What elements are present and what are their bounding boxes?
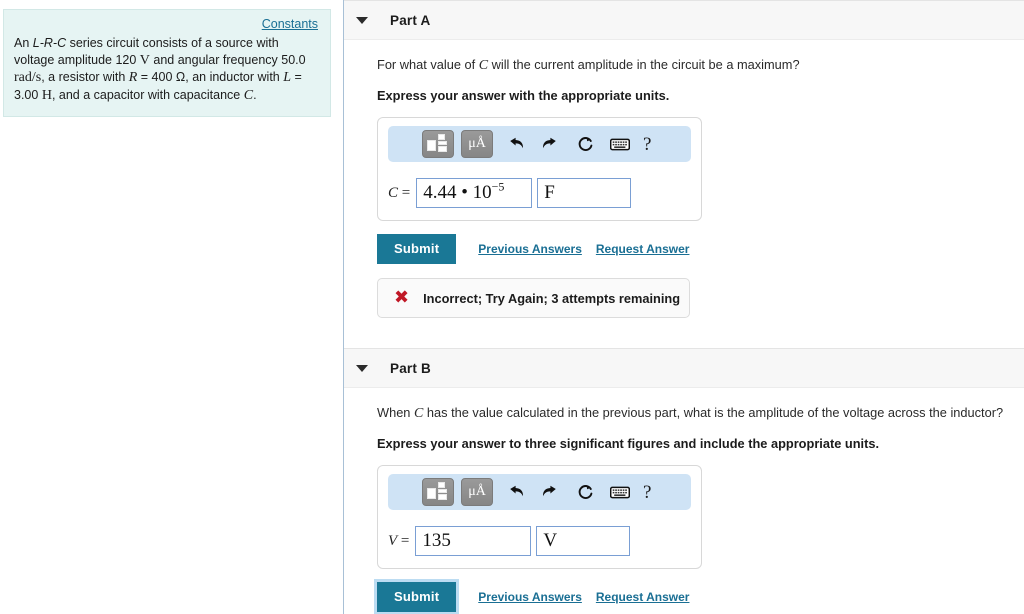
right-pane: Part A For what value of C will the curr… — [344, 0, 1024, 614]
redo-icon[interactable] — [535, 131, 565, 157]
problem-text-segment: C — [243, 87, 254, 103]
submit-button[interactable]: Submit — [377, 234, 457, 264]
help-icon[interactable]: ? — [643, 135, 651, 154]
disclosure-triangle-icon[interactable] — [356, 364, 368, 372]
page-root: Constants An L-R-C series circuit consis… — [0, 0, 1024, 614]
problem-text-segment: L-R-C — [32, 36, 67, 50]
constants-link[interactable]: Constants — [262, 17, 318, 31]
answer-unit-input[interactable]: V — [536, 526, 631, 556]
disclosure-triangle-icon[interactable] — [356, 16, 368, 24]
help-icon[interactable]: ? — [643, 483, 651, 502]
problem-text-segment: Ω — [175, 70, 186, 84]
problem-text-segment: . — [253, 87, 257, 102]
keyboard-icon[interactable] — [605, 131, 635, 157]
units-button[interactable]: μÅ — [461, 478, 493, 506]
math-toolbar: μÅ ? — [388, 126, 691, 162]
units-button-label: μÅ — [468, 136, 486, 151]
question-text: When C has the value calculated in the p… — [377, 405, 1004, 421]
instruction-text: Express your answer to three significant… — [377, 436, 880, 451]
units-button-label: μÅ — [468, 484, 486, 499]
reset-icon[interactable] — [570, 479, 600, 505]
constants-link-row: Constants — [14, 16, 320, 35]
question-text: For what value of C will the current amp… — [377, 57, 800, 73]
submit-row: Submit Previous Answers Request Answer — [373, 579, 1024, 614]
part-section-a: Part A For what value of C will the curr… — [344, 0, 1024, 348]
part-body: When C has the value calculated in the p… — [344, 388, 1024, 614]
part-title: Part A — [390, 12, 431, 28]
answer-value-text: 135 — [422, 530, 451, 551]
submit-row: Submit Previous Answers Request Answer — [377, 234, 1024, 264]
answer-unit-text: F — [544, 182, 555, 203]
problem-text-segment: , and a capacitor with capacitance — [51, 87, 244, 102]
problem-text-segment: , a resistor with — [41, 70, 129, 84]
undo-icon[interactable] — [500, 479, 530, 505]
previous-answers-link[interactable]: Previous Answers — [478, 590, 582, 604]
problem-text-segment: An — [14, 36, 33, 50]
question-symbol: C — [478, 58, 489, 73]
math-template-button[interactable] — [422, 130, 454, 158]
answer-variable-label: C = — [388, 184, 411, 201]
feedback-text: Incorrect; Try Again; 3 attempts remaini… — [423, 290, 681, 306]
part-title: Part B — [390, 360, 431, 376]
answer-value-input[interactable]: 4.44 • 10−5 — [416, 178, 533, 208]
units-button[interactable]: μÅ — [461, 130, 493, 158]
part-header-b[interactable]: Part B — [344, 348, 1024, 388]
part-header-a[interactable]: Part A — [344, 0, 1024, 40]
math-toolbar: μÅ ? — [388, 474, 691, 510]
undo-icon[interactable] — [500, 131, 530, 157]
instruction-text: Express your answer with the appropriate… — [377, 88, 670, 103]
problem-text-segment: and angular frequency 50.0 — [149, 52, 306, 67]
request-answer-link[interactable]: Request Answer — [596, 242, 690, 256]
problem-text-segment: L — [283, 70, 292, 85]
problem-statement-text: An L-R-C series circuit consists of a so… — [14, 35, 320, 104]
constants-panel: Constants An L-R-C series circuit consis… — [3, 9, 331, 117]
answer-unit-text: V — [543, 530, 558, 551]
answer-exponent: −5 — [491, 179, 505, 194]
previous-answers-link[interactable]: Previous Answers — [478, 242, 582, 256]
question-symbol: C — [414, 406, 424, 421]
problem-text-segment: = 400 — [137, 70, 176, 84]
redo-icon[interactable] — [535, 479, 565, 505]
part-body: For what value of C will the current amp… — [344, 40, 1024, 348]
answer-box: μÅ — [377, 465, 702, 569]
left-pane: Constants An L-R-C series circuit consis… — [0, 0, 344, 614]
math-template-button[interactable] — [422, 478, 454, 506]
answer-row: C = 4.44 • 10−5 F — [388, 178, 691, 208]
problem-text-segment: V — [139, 52, 150, 68]
answer-row: V = 135 V — [388, 526, 691, 556]
answer-value-text: 4.44 • 10−5 — [423, 179, 505, 203]
request-answer-link[interactable]: Request Answer — [596, 590, 690, 604]
x-mark-icon: ✖ — [394, 287, 410, 308]
answer-value-input[interactable]: 135 — [415, 526, 532, 556]
answer-variable-label: V = — [388, 532, 410, 549]
parts-container: Part A For what value of C will the curr… — [344, 0, 1024, 614]
problem-text-segment: rad/s — [14, 70, 42, 85]
answer-unit-input[interactable]: F — [537, 178, 632, 208]
problem-text-segment: H — [41, 87, 52, 103]
problem-text-segment: , an inductor with — [185, 70, 284, 84]
answer-box: μÅ — [377, 117, 702, 221]
reset-icon[interactable] — [570, 131, 600, 157]
keyboard-icon[interactable] — [605, 479, 635, 505]
feedback-banner: ✖ Incorrect; Try Again; 3 attempts remai… — [377, 278, 690, 318]
part-section-b: Part B When C has the value calculated i… — [344, 348, 1024, 614]
submit-button[interactable]: Submit — [373, 579, 460, 614]
